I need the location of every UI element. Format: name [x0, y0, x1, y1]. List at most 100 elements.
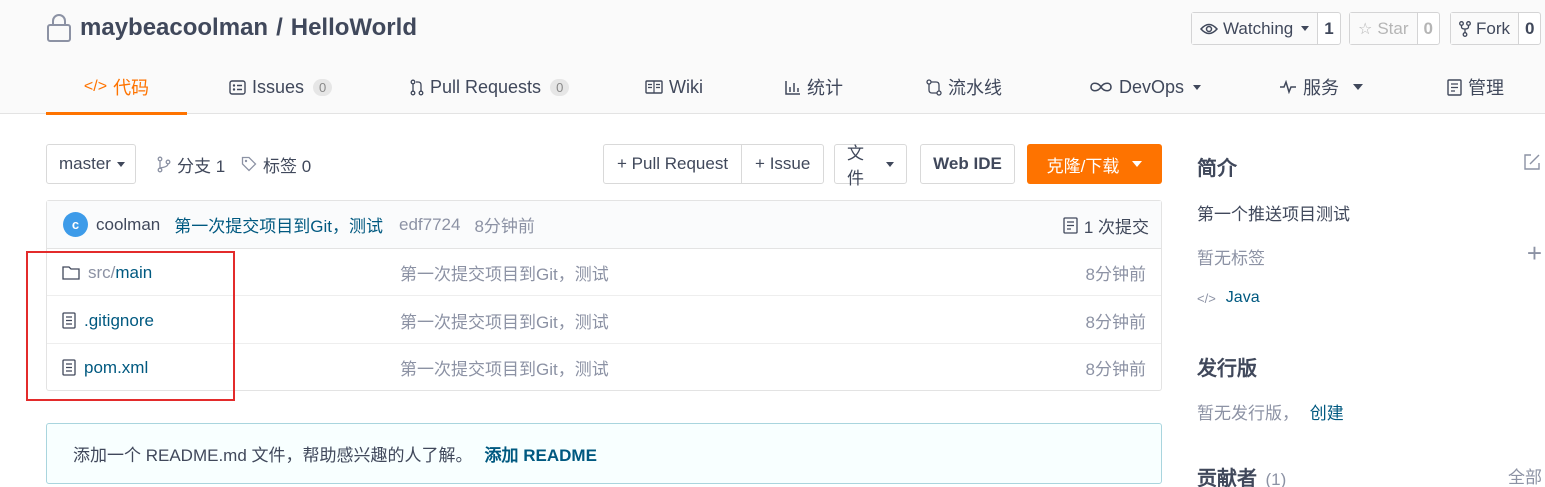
edit-icon[interactable]: [1522, 152, 1542, 172]
manage-icon: [1447, 78, 1462, 96]
tab-label: 统计: [807, 78, 843, 98]
intro-section-header: 简介: [1197, 152, 1542, 180]
file-commit-time: 8分钟前: [1085, 313, 1146, 332]
file-commit-time: 8分钟前: [1085, 265, 1146, 284]
latest-commit-bar: c coolman 第一次提交项目到Git，测试 edf7724 8分钟前 1 …: [47, 201, 1161, 249]
commits-icon: [1063, 216, 1078, 234]
tab-devops[interactable]: DevOps: [1089, 60, 1202, 114]
star-icon: ☆: [1358, 20, 1373, 38]
tab-code[interactable]: </> 代码: [46, 60, 187, 115]
tab-label: DevOps: [1119, 76, 1185, 97]
tab-label: Wiki: [669, 76, 703, 97]
watch-button[interactable]: Watching: [1192, 13, 1319, 44]
web-ide-button[interactable]: Web IDE: [920, 144, 1015, 184]
contributors-title: 贡献者: [1197, 468, 1257, 487]
add-readme-link[interactable]: 添加 README: [485, 441, 597, 466]
releases-row: 暂无发行版， 创建: [1197, 399, 1542, 424]
chevron-down-icon: [1193, 84, 1202, 90]
annotation-highlight-box: [26, 251, 235, 401]
chevron-down-icon: [1132, 161, 1143, 167]
devops-icon: [1090, 82, 1112, 92]
star-label: Star: [1377, 18, 1409, 38]
file-commit-time: 8分钟前: [1085, 360, 1146, 379]
stats-icon: [785, 80, 800, 95]
wiki-icon: [645, 80, 663, 94]
contributors-header: 贡献者 (1) 全部: [1197, 462, 1542, 487]
readme-hint-text: 添加一个 README.md 文件，帮助感兴趣的人了解。: [73, 446, 473, 465]
file-menu-button[interactable]: 文件: [834, 144, 907, 188]
tags-label: 标签 0: [263, 156, 312, 176]
star-button[interactable]: ☆ Star: [1350, 13, 1418, 44]
tab-wiki[interactable]: Wiki: [645, 60, 703, 114]
tab-manage[interactable]: 管理: [1447, 60, 1504, 114]
commit-count-link[interactable]: 1 次提交: [1063, 201, 1149, 249]
tab-label: 代码: [113, 78, 150, 98]
tags-link[interactable]: 标签 0: [241, 144, 311, 184]
language-link[interactable]: </> Java: [1197, 289, 1542, 307]
repo-name-link[interactable]: HelloWorld: [291, 14, 417, 42]
repo-owner-link[interactable]: maybeacoolman: [80, 14, 268, 42]
file-commit-message[interactable]: 第一次提交项目到Git，测试: [400, 344, 609, 391]
tab-label: 管理: [1468, 78, 1504, 98]
tab-label: 服务: [1303, 78, 1339, 98]
all-contributors-link[interactable]: 全部: [1508, 463, 1542, 487]
new-issue-button[interactable]: + Issue: [741, 145, 823, 183]
watch-button-group: Watching 1: [1191, 12, 1341, 45]
eye-icon: [1200, 23, 1218, 34]
repo-header: maybeacoolman / HelloWorld Watching 1 ☆ …: [0, 0, 1545, 115]
fork-count[interactable]: 0: [1519, 13, 1540, 44]
tab-label: Issues: [252, 76, 305, 97]
pull-request-icon: [410, 79, 424, 95]
code-icon: </>: [83, 78, 108, 95]
chevron-down-icon: [1353, 84, 1363, 90]
no-releases-text: 暂无发行版，: [1197, 404, 1299, 423]
new-pull-request-button[interactable]: + Pull Request: [604, 145, 741, 183]
watch-count[interactable]: 1: [1318, 13, 1339, 44]
commit-author-link[interactable]: coolman: [96, 215, 160, 235]
chevron-down-icon: [1301, 26, 1310, 31]
file-commit-message[interactable]: 第一次提交项目到Git，测试: [400, 297, 609, 344]
commit-time: 8分钟前: [474, 217, 535, 236]
file-commit-message[interactable]: 第一次提交项目到Git，测试: [400, 249, 609, 296]
tab-stats[interactable]: 统计: [785, 60, 843, 114]
fork-button-group: Fork 0: [1450, 12, 1542, 45]
clone-download-button[interactable]: 克隆/下载: [1027, 144, 1162, 184]
tab-issues[interactable]: Issues 0: [229, 60, 333, 114]
tab-label: Pull Requests: [430, 76, 542, 97]
star-count[interactable]: 0: [1418, 13, 1439, 44]
commit-message-link[interactable]: 第一次提交项目到Git，测试: [174, 212, 383, 237]
intro-title: 简介: [1197, 158, 1237, 180]
readme-hint-banner: 添加一个 README.md 文件，帮助感兴趣的人了解。 添加 README: [46, 423, 1162, 484]
tags-row: 暂无标签 +: [1197, 240, 1542, 268]
repo-separator: /: [276, 14, 283, 41]
new-pr-issue-group: + Pull Request + Issue: [603, 144, 825, 184]
create-release-link[interactable]: 创建: [1310, 404, 1344, 423]
repo-description: 第一个推送项目测试: [1197, 205, 1350, 224]
clone-label: 克隆/下载: [1046, 156, 1120, 176]
service-icon: [1280, 80, 1296, 94]
commit-hash-link[interactable]: edf7724: [399, 215, 460, 235]
branch-select-label: master: [59, 154, 111, 173]
issues-icon: [229, 79, 246, 95]
tag-icon: [241, 156, 257, 172]
fork-icon: [1459, 20, 1471, 37]
commit-count-label: 1 次提交: [1083, 217, 1149, 237]
repo-title: maybeacoolman / HelloWorld: [46, 12, 417, 44]
branches-link[interactable]: 分支 1: [157, 144, 225, 184]
star-button-group: ☆ Star 0: [1349, 12, 1440, 45]
lock-icon: [46, 13, 72, 43]
add-tag-icon[interactable]: +: [1527, 240, 1542, 266]
tab-pull-requests[interactable]: Pull Requests 0: [410, 60, 570, 114]
fork-button[interactable]: Fork: [1451, 13, 1519, 44]
language-label: Java: [1225, 289, 1260, 306]
tab-pipeline[interactable]: 流水线: [926, 60, 1002, 114]
releases-title: 发行版: [1197, 358, 1257, 380]
branch-select[interactable]: master: [46, 144, 136, 184]
avatar[interactable]: c: [63, 212, 88, 237]
tab-service[interactable]: 服务: [1279, 60, 1363, 114]
tab-label: 流水线: [948, 78, 1002, 98]
web-ide-label: Web IDE: [933, 154, 1002, 173]
issues-count-badge: 0: [313, 78, 333, 96]
repo-tabs: </> 代码 Issues 0 Pull Requests 0 Wiki 统计 …: [46, 60, 1526, 115]
fork-label: Fork: [1476, 18, 1510, 38]
